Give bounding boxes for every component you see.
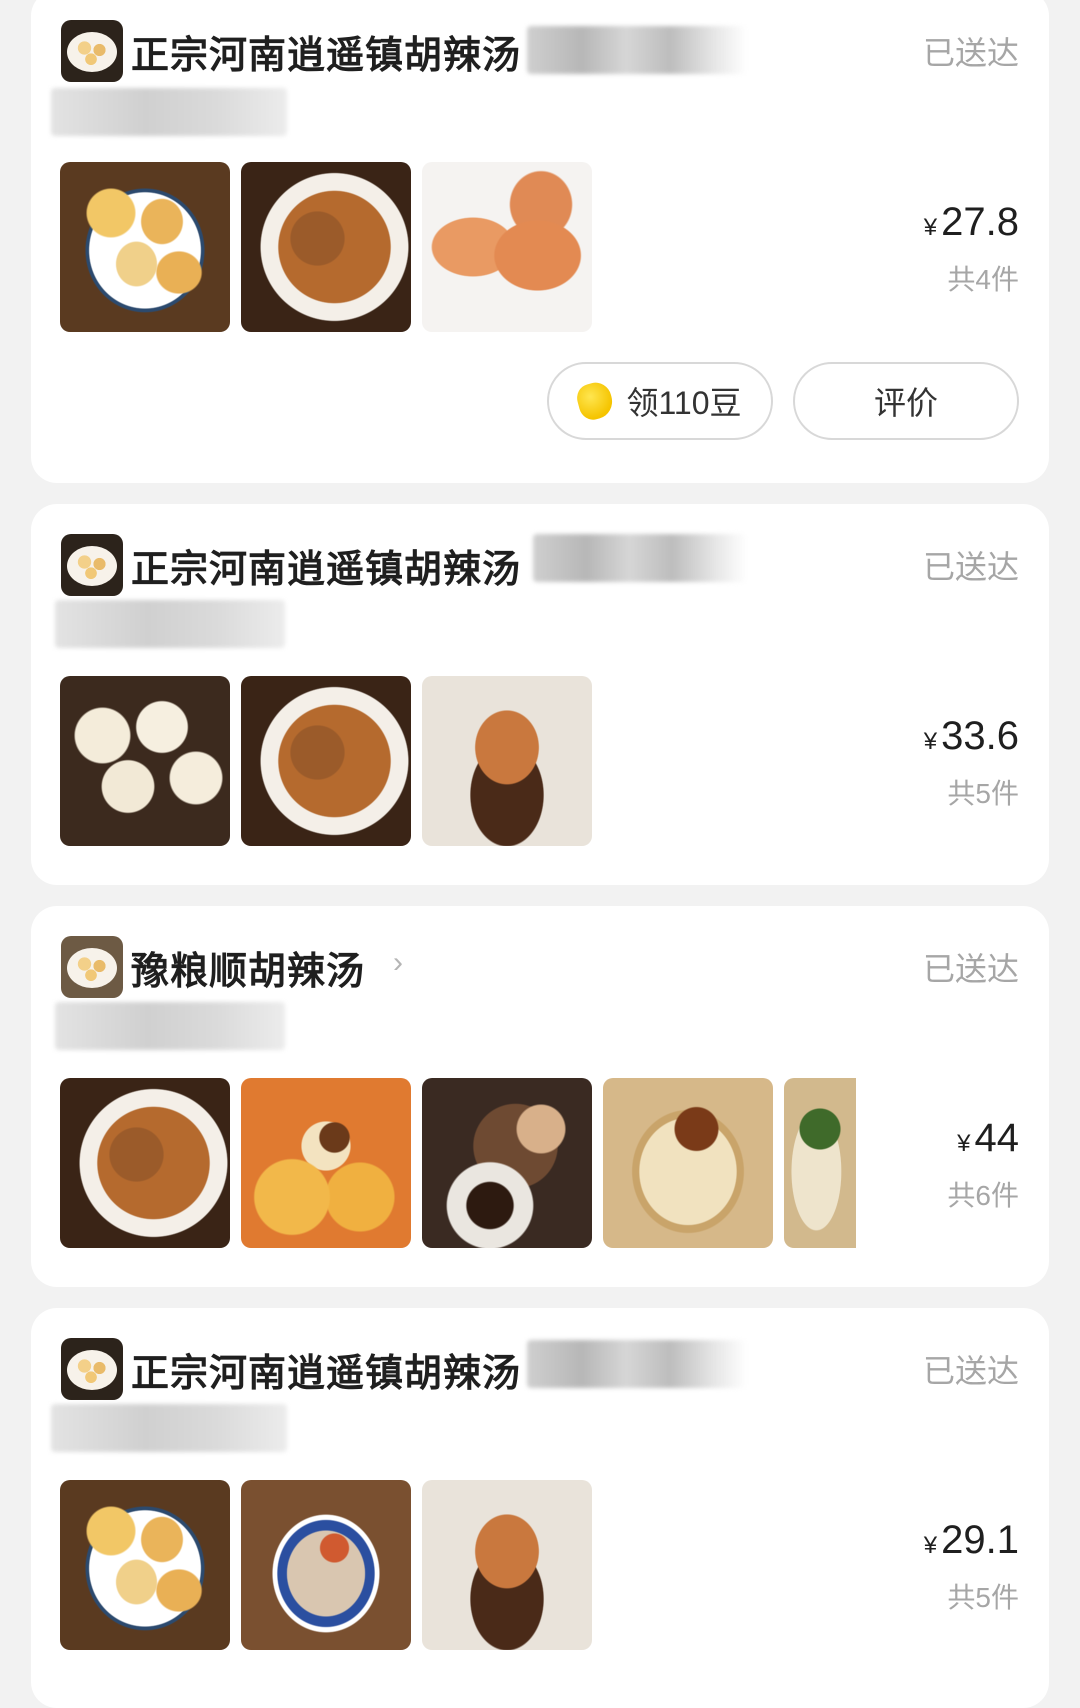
review-label: 评价 bbox=[873, 385, 938, 421]
order-card[interactable]: 正宗河南逍遥镇胡辣汤 已送达 ¥29.1 共5件 bbox=[31, 1308, 1049, 1708]
claim-beans-button[interactable]: 领110豆 bbox=[547, 362, 773, 440]
meat-bun-image[interactable] bbox=[603, 1078, 773, 1248]
review-button[interactable]: 评价 bbox=[793, 362, 1019, 440]
blurred-order-info bbox=[51, 1404, 287, 1452]
order-card[interactable]: 正宗河南逍遥镇胡辣汤 已送达 ¥27.8 共4件 领110豆 评价 bbox=[31, 0, 1049, 483]
order-price: ¥33.6 bbox=[923, 714, 1019, 758]
item-count: 共6件 bbox=[947, 1180, 1019, 1211]
fried-bun-image[interactable] bbox=[241, 1078, 411, 1248]
item-count: 共4件 bbox=[947, 264, 1019, 295]
claim-beans-label: 领110豆 bbox=[626, 385, 742, 421]
shop-name[interactable]: 正宗河南逍遥镇胡辣汤 bbox=[131, 24, 521, 79]
order-status: 已送达 bbox=[922, 1353, 1019, 1389]
shop-name[interactable]: 正宗河南逍遥镇胡辣汤 bbox=[131, 1342, 521, 1397]
hot-pepper-soup-image[interactable] bbox=[241, 162, 411, 332]
blurred-order-info bbox=[51, 88, 287, 136]
blurred-order-info bbox=[55, 600, 285, 648]
hot-pepper-soup-image[interactable] bbox=[241, 676, 411, 846]
shop-logo bbox=[61, 20, 123, 82]
order-card[interactable]: 豫粮顺胡辣汤 › 已送达 ¥44 共6件 bbox=[31, 906, 1049, 1287]
tea-egg-spices-image[interactable] bbox=[422, 1078, 592, 1248]
order-price: ¥44 bbox=[957, 1116, 1019, 1160]
shop-name[interactable]: 豫粮顺胡辣汤 bbox=[131, 940, 365, 995]
shop-name[interactable]: 正宗河南逍遥镇胡辣汤 bbox=[131, 538, 521, 593]
bean-icon bbox=[574, 379, 617, 423]
hot-pepper-soup-image[interactable] bbox=[60, 1078, 230, 1248]
tea-egg-image[interactable] bbox=[422, 1480, 592, 1650]
tea-egg-image[interactable] bbox=[422, 676, 592, 846]
order-list: 正宗河南逍遥镇胡辣汤 已送达 ¥27.8 共4件 领110豆 评价 正宗河南逍遥… bbox=[0, 0, 1080, 1708]
blurred-order-info bbox=[55, 1002, 285, 1050]
vegetable-bun-image[interactable] bbox=[784, 1078, 856, 1248]
shop-logo bbox=[61, 534, 123, 596]
order-status: 已送达 bbox=[922, 549, 1019, 585]
order-status: 已送达 bbox=[922, 35, 1019, 71]
steamed-buns-image[interactable] bbox=[60, 676, 230, 846]
item-count: 共5件 bbox=[947, 1582, 1019, 1613]
eggs-image[interactable] bbox=[422, 162, 592, 332]
order-status: 已送达 bbox=[922, 951, 1019, 987]
blurred-shop-suffix bbox=[533, 534, 747, 582]
order-price: ¥29.1 bbox=[923, 1518, 1019, 1562]
blurred-shop-suffix bbox=[527, 1340, 747, 1388]
shop-logo bbox=[61, 936, 123, 998]
bowl-soup-image[interactable] bbox=[241, 1480, 411, 1650]
blurred-shop-suffix bbox=[527, 26, 747, 74]
order-price: ¥27.8 bbox=[923, 200, 1019, 244]
shop-logo bbox=[61, 1338, 123, 1400]
fried-bun-cake-image[interactable] bbox=[60, 162, 230, 332]
item-count: 共5件 bbox=[947, 778, 1019, 809]
order-card[interactable]: 正宗河南逍遥镇胡辣汤 已送达 ¥33.6 共5件 bbox=[31, 504, 1049, 885]
fried-bun-cake-image[interactable] bbox=[60, 1480, 230, 1650]
chevron-right-icon[interactable]: › bbox=[393, 946, 403, 980]
